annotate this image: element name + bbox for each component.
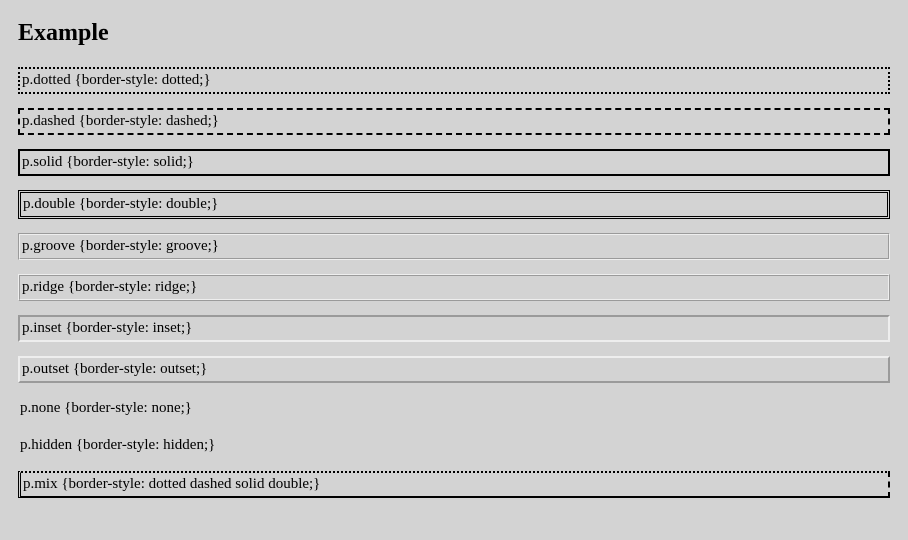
border-example-mix: p.mix {border-style: dotted dashed solid…	[18, 471, 890, 498]
page-title: Example	[18, 20, 890, 47]
border-example-none: p.none {border-style: none;}	[18, 397, 890, 420]
border-example-inset: p.inset {border-style: inset;}	[18, 315, 890, 342]
border-example-dotted: p.dotted {border-style: dotted;}	[18, 67, 890, 94]
border-example-double: p.double {border-style: double;}	[18, 190, 890, 219]
border-example-outset: p.outset {border-style: outset;}	[18, 356, 890, 383]
border-example-groove: p.groove {border-style: groove;}	[18, 233, 890, 260]
border-example-hidden: p.hidden {border-style: hidden;}	[18, 434, 890, 457]
border-example-ridge: p.ridge {border-style: ridge;}	[18, 274, 890, 301]
border-example-solid: p.solid {border-style: solid;}	[18, 149, 890, 176]
border-example-dashed: p.dashed {border-style: dashed;}	[18, 108, 890, 135]
page: Example p.dotted {border-style: dotted;}…	[0, 0, 908, 540]
